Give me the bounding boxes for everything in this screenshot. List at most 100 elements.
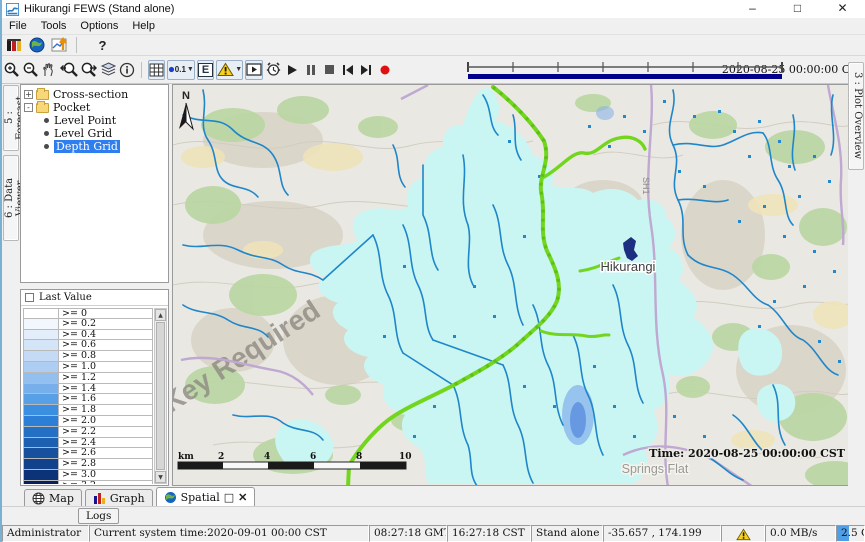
zoom-previous-icon[interactable] <box>60 60 78 80</box>
menu-bar: File Tools Options Help <box>2 18 865 35</box>
window-title: Hikurangi FEWS (Stand alone) <box>24 3 174 15</box>
chevron-down-icon: ▼ <box>187 66 194 73</box>
legend-swatch <box>23 416 59 427</box>
title-bar: Hikurangi FEWS (Stand alone) – □ ✕ <box>2 0 865 18</box>
scroll-up-icon[interactable]: ▲ <box>155 309 166 321</box>
time-slider[interactable] <box>466 59 716 81</box>
legend-swatch <box>23 373 59 384</box>
legend-swatch <box>23 340 59 351</box>
legend-swatch <box>23 481 59 484</box>
legend-row: >= 2.2 <box>23 427 153 438</box>
zoom-in-icon[interactable] <box>3 60 20 80</box>
play-icon[interactable] <box>284 60 301 80</box>
bullet-icon <box>44 131 49 136</box>
town-label: Hikurangi <box>601 259 656 274</box>
tree-item-label: Level Grid <box>54 127 112 140</box>
animation-icon[interactable] <box>245 60 263 80</box>
legend-swatch <box>23 319 59 330</box>
tab-plot-overview[interactable]: 3 : Plot Overview <box>848 62 864 170</box>
record-icon[interactable] <box>377 60 394 80</box>
legend-panel: Last Value >= 0 >= 0.2 >= 0.4 >= 0.6 >= … <box>20 289 169 486</box>
bar-chart-icon <box>93 492 106 504</box>
layers-icon[interactable] <box>100 60 117 80</box>
svg-text:2: 2 <box>218 452 224 462</box>
tree-item-label-selected: Depth Grid <box>54 140 120 153</box>
maximize-button[interactable]: □ <box>775 0 820 18</box>
legend-swatch <box>23 470 59 481</box>
logs-row: Logs <box>2 507 865 525</box>
minimize-button[interactable]: – <box>730 0 775 18</box>
map-canvas: API Key Required API Key Required <box>173 85 849 486</box>
legend-swatch <box>23 330 59 341</box>
tab-label: Map <box>49 492 74 505</box>
left-panel: + Cross-section - Pocket Level Point Lev… <box>20 84 170 486</box>
collapse-icon[interactable]: - <box>24 103 33 112</box>
menu-help[interactable]: Help <box>125 20 162 32</box>
last-value-checkbox[interactable] <box>25 293 34 302</box>
map-toolbar: 0.1 ▼ E ▼ <box>2 56 865 84</box>
status-warning[interactable] <box>721 525 765 542</box>
menu-file[interactable]: File <box>2 20 34 32</box>
tree-item-depth-grid[interactable]: Depth Grid <box>22 140 167 153</box>
legend-scrollbar[interactable]: ▲ ▼ <box>154 308 167 484</box>
pan-icon[interactable] <box>41 60 58 80</box>
svg-text:4: 4 <box>264 452 270 462</box>
globe-icon <box>164 491 177 504</box>
status-user: Administrator <box>2 525 89 542</box>
tab-maximize-icon[interactable]: □ <box>224 491 234 504</box>
legend-swatch <box>23 438 59 449</box>
scroll-down-icon[interactable]: ▼ <box>155 471 166 483</box>
tab-close-icon[interactable]: ✕ <box>238 491 247 504</box>
expand-icon[interactable]: + <box>24 90 33 99</box>
pause-icon[interactable] <box>303 60 320 80</box>
svg-text:10: 10 <box>399 452 412 462</box>
menu-options[interactable]: Options <box>73 20 125 32</box>
tab-forecast[interactable]: 5 : Forecast <box>3 85 19 151</box>
status-memory: 2.5 GB <box>836 525 865 542</box>
tree-item-pocket[interactable]: - Pocket <box>22 101 167 114</box>
tree-item-cross-section[interactable]: + Cross-section <box>22 88 167 101</box>
legend-swatch <box>23 427 59 438</box>
timeseries-chart-icon[interactable] <box>49 35 70 55</box>
tab-label: Graph <box>110 492 145 505</box>
first-frame-icon[interactable] <box>340 60 357 80</box>
status-local-time: 16:27:18 CST <box>447 525 531 542</box>
menu-tools[interactable]: Tools <box>34 20 74 32</box>
legend-swatch <box>23 308 59 319</box>
bottom-tab-bar: Map Graph Spatial □ ✕ <box>2 487 865 507</box>
legend-swatch <box>23 384 59 395</box>
tab-data-viewer[interactable]: 6 : Data Viewer <box>3 155 19 241</box>
zoom-next-icon[interactable] <box>80 60 98 80</box>
tab-label: Spatial <box>181 491 220 504</box>
status-mode: Stand alone <box>531 525 603 542</box>
globe-icon[interactable] <box>26 35 47 55</box>
last-frame-icon[interactable] <box>358 60 375 80</box>
profile-icon[interactable]: E <box>197 60 214 80</box>
thresholds-icon[interactable]: ▼ <box>216 60 243 80</box>
svg-text:N: N <box>182 90 190 102</box>
stop-icon[interactable] <box>321 60 338 80</box>
tab-map[interactable]: Map <box>24 489 82 506</box>
tree-item-level-grid[interactable]: Level Grid <box>22 127 167 140</box>
map-view[interactable]: API Key Required API Key Required <box>172 84 849 486</box>
legend-swatch <box>23 459 59 470</box>
legend-label: >= 1.2 <box>59 373 153 384</box>
svg-text:6: 6 <box>310 452 316 462</box>
logs-button[interactable]: Logs <box>78 508 119 524</box>
zoom-out-icon[interactable] <box>22 60 39 80</box>
tab-spatial[interactable]: Spatial □ ✕ <box>156 487 256 506</box>
grid-icon[interactable] <box>148 60 165 80</box>
legend-label: >= 3.2 <box>59 481 153 484</box>
tab-graph[interactable]: Graph <box>85 489 153 506</box>
tree-item-level-point[interactable]: Level Point <box>22 114 167 127</box>
database-icon[interactable] <box>3 35 24 55</box>
scroll-thumb[interactable] <box>156 322 165 470</box>
close-button[interactable]: ✕ <box>820 0 865 18</box>
time-settings-icon[interactable] <box>265 60 282 80</box>
interval-dropdown[interactable]: 0.1 ▼ <box>167 60 195 80</box>
info-icon[interactable] <box>119 60 136 80</box>
help-icon[interactable]: ? <box>92 35 113 55</box>
status-download-speed: 0.0 MB/s <box>765 525 836 542</box>
svg-text:km: km <box>178 452 194 462</box>
folder-icon <box>36 103 49 113</box>
